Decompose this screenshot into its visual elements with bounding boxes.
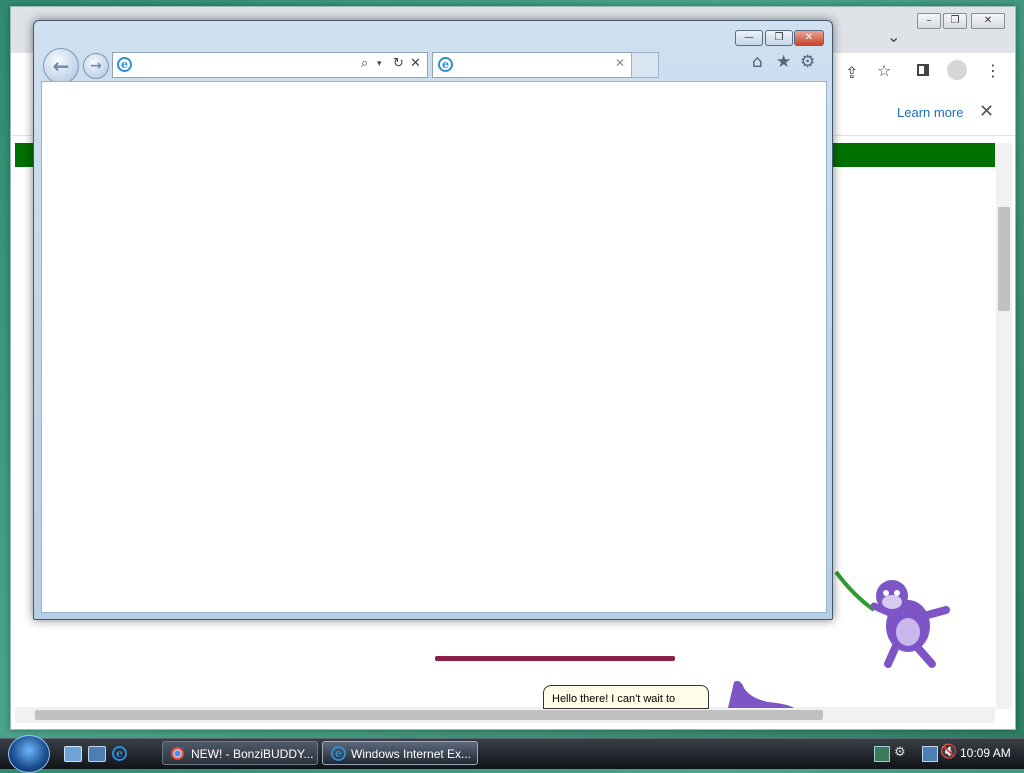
ie-minimize-button[interactable]: — [735,30,763,46]
horizontal-scrollbar[interactable] [15,707,995,723]
taskbar-item-label: Windows Internet Ex... [351,747,472,761]
search-icon[interactable]: ⌕ [361,56,368,71]
network-tray-icon[interactable] [874,746,890,762]
search-dropdown-icon[interactable]: ▾ [377,59,382,69]
bonzi-monkey-image[interactable] [834,566,958,670]
internet-explorer-icon: e [331,746,346,761]
forward-button[interactable]: → [83,53,109,79]
chrome-restore-button[interactable]: ❐ [943,13,967,29]
tools-gear-icon[interactable]: ⚙ [800,52,815,72]
page-divider-bar [435,656,675,661]
chrome-close-button[interactable]: ✕ [971,13,1005,29]
quicklaunch-ie-icon[interactable]: e [112,746,127,761]
taskbar-clock[interactable]: 10:09 AM [960,746,1011,760]
ie-close-button[interactable]: ✕ [794,30,824,46]
internet-explorer-window: — ❐ ✕ ← → e ⌕ ▾ ↻ ✕ e ✕ ⌂ ★ ⚙ [33,20,833,620]
taskbar-item-bonzibuddy[interactable]: NEW! - BonziBUDDY... [162,741,318,765]
vertical-scroll-thumb[interactable] [998,207,1010,311]
speech-bubble: Hello there! I can't wait to [543,685,709,709]
tab-close-icon[interactable]: ✕ [615,56,625,70]
bonzi-hand-image [728,680,794,708]
chrome-minimize-button[interactable]: – [917,13,941,29]
address-input[interactable] [135,56,339,74]
show-desktop-icon[interactable] [64,746,82,762]
ie-restore-button[interactable]: ❐ [765,30,793,46]
taskbar-item-internet-explorer[interactable]: e Windows Internet Ex... [322,741,478,765]
security-tray-icon[interactable]: ⚙ [894,745,906,760]
tab-blank[interactable]: e ✕ [432,52,632,78]
taskbar-item-label: NEW! - BonziBUDDY... [191,747,314,761]
share-icon[interactable]: ⇪ [845,63,858,82]
new-tab-button[interactable] [631,52,659,78]
taskbar: e NEW! - BonziBUDDY... e Windows Interne… [0,735,1024,773]
vertical-scrollbar[interactable] [996,143,1012,709]
stop-icon[interactable]: ✕ [410,56,421,71]
side-panel-icon[interactable] [917,64,929,76]
switch-windows-icon[interactable] [88,746,106,762]
favorites-star-icon[interactable]: ★ [776,52,791,72]
tab-ie-icon: e [438,57,453,72]
refresh-icon[interactable]: ↻ [393,56,404,71]
address-bar[interactable]: e ⌕ ▾ ↻ ✕ [112,52,428,78]
learn-more-link[interactable]: Learn more [897,105,963,120]
chevron-down-icon[interactable]: ⌄ [887,27,900,46]
back-button[interactable]: ← [43,48,79,84]
chrome-icon [171,747,184,760]
horizontal-scroll-thumb[interactable] [35,710,823,720]
system-tray: ⚙ 🔇 10:09 AM [868,739,1024,769]
bookmark-star-icon[interactable]: ☆ [877,61,891,80]
profile-avatar-icon[interactable] [947,60,967,80]
infobar-close-icon[interactable]: ✕ [979,101,994,122]
volume-muted-icon[interactable]: 🔇 [940,744,957,760]
start-orb-button[interactable] [8,735,50,773]
ie-content-area[interactable] [41,81,827,613]
display-tray-icon[interactable] [922,746,938,762]
ie-page-icon: e [117,57,132,72]
more-menu-icon[interactable]: ⋮ [985,61,1001,80]
home-icon[interactable]: ⌂ [752,52,763,72]
